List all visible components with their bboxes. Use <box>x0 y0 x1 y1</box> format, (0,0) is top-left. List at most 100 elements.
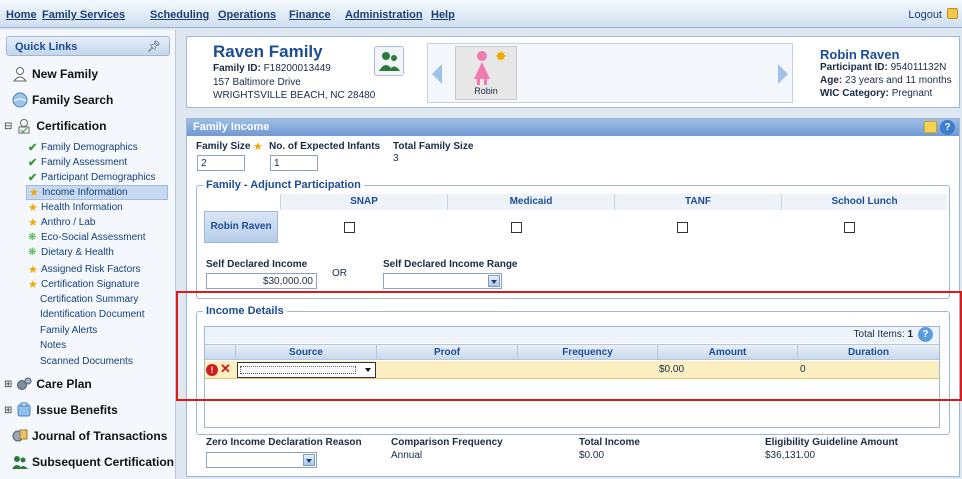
comparison-frequency-value: Annual <box>391 450 423 461</box>
family-size-input[interactable]: 2 <box>197 155 245 171</box>
journal-icon <box>12 429 28 442</box>
sidebar-item-label: Health Information <box>41 202 123 213</box>
participant-wic-category: WIC Category: Pregnant <box>820 88 932 99</box>
note-icon[interactable] <box>924 121 937 133</box>
sidebar-item-income-information[interactable]: ★ Income Information <box>26 185 168 200</box>
income-range-select[interactable] <box>383 273 502 289</box>
pin-icon[interactable]: 📌︎ <box>147 40 161 53</box>
family-address-line2: WRIGHTSVILLE BEACH, NC 28480 <box>213 90 376 101</box>
participant-carousel: ✸ Robin <box>427 43 793 103</box>
school-lunch-checkbox[interactable] <box>844 222 855 233</box>
adjunct-col-school-lunch: School Lunch <box>781 194 947 210</box>
sidebar-subsequent-label: Subsequent Certification <box>32 455 175 469</box>
star-icon: ★ <box>28 279 38 291</box>
sidebar-care-plan-label: Care Plan <box>36 377 92 391</box>
wic-category-value: Pregnant <box>891 88 933 99</box>
help-icon[interactable]: ? <box>940 120 955 135</box>
chevron-down-icon[interactable] <box>488 275 500 287</box>
menu-family-services[interactable]: Family Services <box>42 9 125 21</box>
sidebar-item-label: Anthro / Lab <box>41 217 96 228</box>
check-icon: ✔ <box>28 172 38 184</box>
menu-finance[interactable]: Finance <box>289 9 331 21</box>
participant-id-label: Participant ID: <box>820 62 888 73</box>
family-icon <box>12 456 28 469</box>
snap-checkbox[interactable] <box>344 222 355 233</box>
star-icon: ★ <box>28 217 38 229</box>
tanf-checkbox[interactable] <box>677 222 688 233</box>
sidebar-item-scanned-documents[interactable]: Scanned Documents <box>40 356 133 367</box>
participant-id-value: 954011132N <box>890 62 947 73</box>
sidebar-item-family-demographics[interactable]: ✔ Family Demographics <box>28 141 138 154</box>
adjunct-participation-title: Family - Adjunct Participation <box>203 179 364 191</box>
adjunct-col-snap: SNAP <box>280 194 447 210</box>
participant-card[interactable]: ✸ Robin <box>455 46 517 100</box>
adjunct-row-participant: Robin Raven <box>204 211 278 243</box>
sidebar-family-search[interactable]: Family Search <box>12 92 113 108</box>
total-family-size-label: Total Family Size <box>393 141 474 152</box>
certification-icon <box>18 119 30 134</box>
sidebar-subsequent-certification[interactable]: Subsequent Certification <box>12 454 174 470</box>
family-income-header: Family Income ? <box>187 119 959 136</box>
sidebar-item-notes[interactable]: Notes <box>40 340 66 351</box>
family-address-line1: 157 Baltimore Drive <box>213 77 301 88</box>
menu-home[interactable]: Home <box>6 9 37 21</box>
sidebar-new-family[interactable]: New Family <box>12 66 98 82</box>
sidebar-item-certification-signature[interactable]: ★ Certification Signature <box>28 278 139 291</box>
sidebar-care-plan[interactable]: ⊞ Care Plan <box>4 376 92 392</box>
sidebar-item-assigned-risk-factors[interactable]: ★ Assigned Risk Factors <box>28 263 140 276</box>
carousel-next-icon[interactable] <box>778 64 788 84</box>
self-declared-income-input[interactable]: $30,000.00 <box>206 273 317 289</box>
sidebar-item-certification-summary[interactable]: Certification Summary <box>40 294 138 305</box>
participant-age-label: Age: <box>820 75 843 86</box>
expand-icon[interactable]: ⊞ <box>4 379 12 390</box>
sidebar-item-eco-social-assessment[interactable]: ❋ Eco-Social Assessment <box>28 232 146 243</box>
participant-id: Participant ID: 954011132N <box>820 62 946 73</box>
sidebar-issue-benefits[interactable]: ⊞ Issue Benefits <box>4 402 118 418</box>
expected-infants-input[interactable]: 1 <box>270 155 318 171</box>
sidebar-item-health-information[interactable]: ★ Health Information <box>28 201 123 214</box>
sidebar-item-dietary-health[interactable]: ❋ Dietary & Health <box>28 247 114 258</box>
sidebar-item-label: Eco-Social Assessment <box>41 232 146 243</box>
family-icon <box>379 52 400 71</box>
quick-links-title: Quick Links <box>15 41 78 53</box>
carousel-prev-icon[interactable] <box>432 64 442 84</box>
globe-search-icon <box>12 92 28 108</box>
highlight-box <box>176 291 962 401</box>
menu-help[interactable]: Help <box>431 9 455 21</box>
menu-bar: Home Family Services Scheduling Operatio… <box>0 0 962 28</box>
menu-administration[interactable]: Administration <box>345 9 423 21</box>
sidebar-item-label: Certification Signature <box>41 279 140 290</box>
family-header-panel: Raven Family Family ID: F18200013449 157… <box>186 36 960 108</box>
family-members-button[interactable] <box>374 46 404 76</box>
sidebar-new-family-label: New Family <box>32 67 99 81</box>
chevron-down-icon[interactable] <box>303 454 315 466</box>
sidebar-item-label: Participant Demographics <box>41 172 156 183</box>
zero-income-reason-select[interactable] <box>206 452 317 468</box>
sidebar-item-participant-demographics[interactable]: ✔ Participant Demographics <box>28 171 156 184</box>
collapse-icon[interactable]: ⊟ <box>4 121 12 132</box>
logout-link[interactable]: Logout <box>908 9 942 21</box>
star-icon: ★ <box>28 202 38 214</box>
medicaid-checkbox[interactable] <box>511 222 522 233</box>
sidebar-item-anthro-lab[interactable]: ★ Anthro / Lab <box>28 216 95 229</box>
sidebar-issue-benefits-label: Issue Benefits <box>36 403 118 417</box>
sidebar-item-identification-document[interactable]: Identification Document <box>40 309 145 320</box>
sidebar-certification[interactable]: ⊟ Certification <box>4 118 106 134</box>
eligibility-guideline-value: $36,131.00 <box>765 450 816 461</box>
wic-category-label: WIC Category: <box>820 88 889 99</box>
logout-icon[interactable] <box>947 8 958 19</box>
adjunct-col-medicaid: Medicaid <box>447 194 614 210</box>
quick-links-header: Quick Links 📌︎ <box>6 36 170 56</box>
income-range-label: Self Declared Income Range <box>383 259 518 270</box>
expand-icon[interactable]: ⊞ <box>4 405 12 416</box>
eligibility-guideline-label: Eligibility Guideline Amount <box>765 437 898 448</box>
benefits-icon <box>17 402 31 417</box>
sidebar-journal-label: Journal of Transactions <box>32 429 168 443</box>
zero-income-reason-label: Zero Income Declaration Reason <box>206 437 362 448</box>
sidebar-item-family-alerts[interactable]: Family Alerts <box>40 325 97 336</box>
adjunct-col-tanf: TANF <box>614 194 781 210</box>
sidebar-item-family-assessment[interactable]: ✔ Family Assessment <box>28 156 127 169</box>
sidebar-journal[interactable]: Journal of Transactions <box>12 428 167 444</box>
menu-operations[interactable]: Operations <box>218 9 276 21</box>
menu-scheduling[interactable]: Scheduling <box>150 9 209 21</box>
